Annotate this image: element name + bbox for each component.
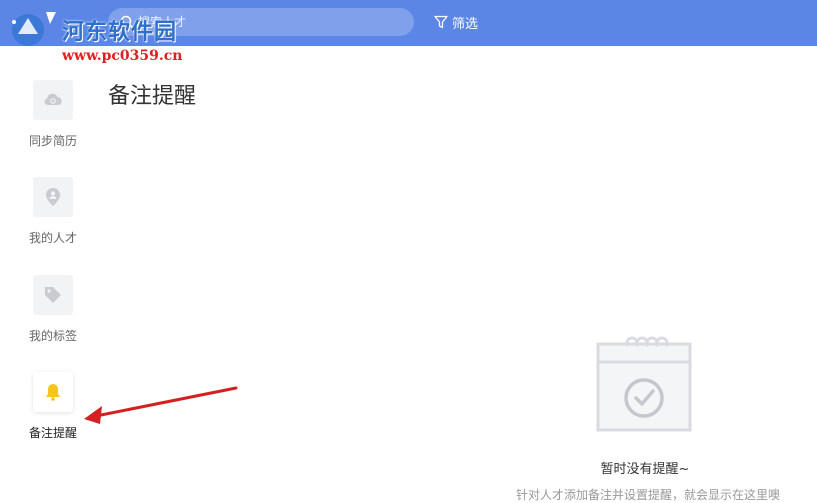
empty-calendar-check-icon bbox=[596, 336, 692, 432]
filter-icon bbox=[434, 15, 448, 29]
sidebar-item-my-tags[interactable]: 我的标签 bbox=[20, 275, 86, 344]
empty-state-title: 暂时没有提醒~ bbox=[600, 462, 690, 477]
app-logo-icon bbox=[12, 12, 56, 46]
sidebar-icon-box bbox=[33, 80, 73, 120]
filter-label: 筛选 bbox=[452, 16, 479, 32]
sidebar-icon-box bbox=[33, 177, 73, 217]
sidebar-item-label: 我的人才 bbox=[28, 231, 77, 245]
cloud-sync-icon bbox=[44, 93, 62, 106]
tag-icon bbox=[45, 287, 61, 303]
person-pin-icon bbox=[46, 188, 60, 206]
watermark-url: www.pc0359.cn bbox=[62, 48, 183, 64]
bell-icon bbox=[46, 384, 60, 401]
filter-button[interactable]: 筛选 bbox=[434, 12, 478, 32]
sidebar-item-label: 我的标签 bbox=[28, 329, 77, 343]
page-title: 备注提醒 bbox=[108, 84, 197, 109]
empty-state-description: 针对人才添加备注并设置提醒，就会显示在这里噢 bbox=[515, 488, 780, 502]
sidebar-icon-box bbox=[33, 275, 73, 315]
sidebar-item-my-talents[interactable]: 我的人才 bbox=[20, 177, 86, 246]
sidebar-item-sync-resume[interactable]: 同步简历 bbox=[20, 80, 86, 149]
sidebar-icon-box bbox=[33, 372, 73, 412]
watermark-site-name: 河东软件园 bbox=[62, 19, 178, 45]
annotation-arrow-icon bbox=[84, 386, 238, 424]
sidebar-item-label: 同步简历 bbox=[28, 134, 77, 148]
